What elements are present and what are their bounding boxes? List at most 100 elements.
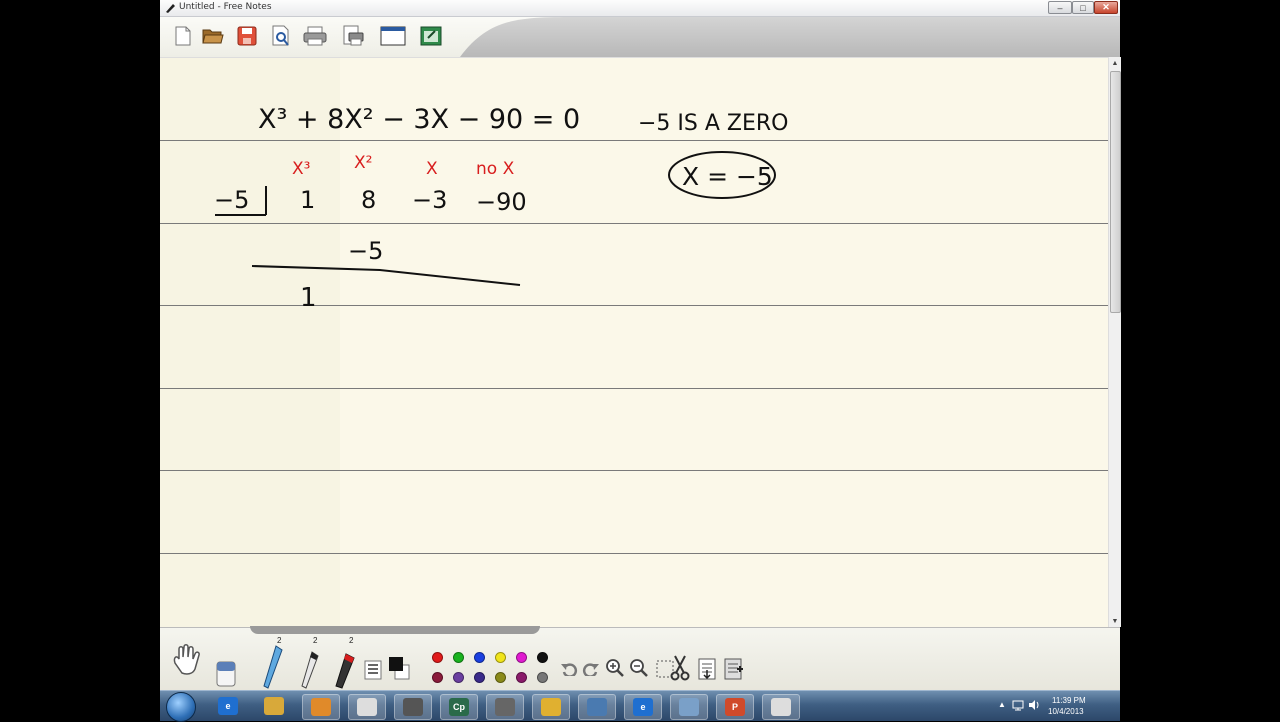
vertical-scrollbar[interactable]: ▲ ▼	[1108, 57, 1121, 627]
color-swatch[interactable]	[516, 672, 527, 683]
add-page-button[interactable]	[722, 656, 746, 682]
zero-statement: −5 IS A ZERO	[638, 111, 789, 136]
partial-product: −5	[348, 237, 383, 265]
free-notes-task-icon-glyph	[357, 698, 377, 716]
window-button[interactable]	[380, 23, 406, 49]
zoom-out-icon	[630, 659, 648, 677]
save-button[interactable]	[234, 23, 260, 49]
pen-width-label: 2	[313, 636, 318, 645]
open-button[interactable]	[200, 23, 226, 49]
insert-page-icon	[698, 658, 716, 680]
add-page-icon	[724, 658, 743, 680]
print-preview-button[interactable]	[268, 23, 294, 49]
ie-icon[interactable]: e	[210, 694, 246, 718]
close-button[interactable]: ✕	[1094, 1, 1118, 14]
red-marker-tool-button[interactable]	[330, 650, 360, 690]
windows-taskbar: e Cp e P ▲ 11:39 PM 10/4/2013	[160, 690, 1120, 722]
chrome-icon[interactable]	[532, 694, 570, 720]
insert-page-button[interactable]	[696, 656, 718, 682]
free-notes-task-icon[interactable]	[348, 694, 386, 720]
scroll-down-arrow-icon[interactable]: ▼	[1109, 615, 1121, 627]
undo-icon	[561, 663, 578, 676]
color-swatch[interactable]	[474, 672, 485, 683]
color-swatch[interactable]	[474, 652, 485, 663]
main-toolbar	[160, 17, 1120, 57]
export-button[interactable]	[418, 23, 444, 49]
equation-text: X³ + 8X² − 3X − 90 = 0	[258, 104, 580, 135]
zoom-in-button[interactable]	[603, 656, 627, 680]
column-header-x: X	[426, 159, 438, 179]
scroll-thumb[interactable]	[1110, 71, 1121, 313]
column-header-x3: X³	[292, 159, 310, 179]
media-player-icon[interactable]	[302, 694, 340, 720]
color-swatch[interactable]	[453, 652, 464, 663]
captivate-icon[interactable]: Cp	[440, 694, 478, 720]
free-notes-icon-2-glyph	[771, 698, 791, 716]
start-button[interactable]	[166, 692, 196, 722]
pen-palette: 2 2 2	[160, 626, 1120, 691]
color-swatch[interactable]	[432, 672, 443, 683]
clock-time[interactable]: 11:39 PM	[1052, 696, 1086, 705]
pencil-tool-button[interactable]	[294, 650, 324, 690]
ie-icon-2-glyph: e	[633, 698, 653, 716]
powerpoint-icon[interactable]: P	[716, 694, 754, 720]
scroll-up-arrow-icon[interactable]: ▲	[1109, 57, 1121, 69]
color-swatch[interactable]	[495, 672, 506, 683]
color-swatch[interactable]	[453, 672, 464, 683]
color-swatch[interactable]	[537, 652, 548, 663]
camtasia-recorder-icon[interactable]	[394, 694, 432, 720]
app-task-icon[interactable]	[486, 694, 524, 720]
page-setup-button[interactable]	[340, 23, 366, 49]
network-app-icon[interactable]	[578, 694, 616, 720]
ie-icon-2[interactable]: e	[624, 694, 662, 720]
synthetic-division-line	[251, 265, 521, 286]
open-folder-icon	[202, 29, 224, 44]
powerpoint-icon-glyph: P	[725, 698, 745, 716]
captivate-icon-glyph: Cp	[449, 698, 469, 716]
note-page-canvas[interactable]: X³ + 8X² − 3X − 90 = 0 −5 IS A ZERO X = …	[160, 57, 1108, 628]
color-swatch[interactable]	[432, 652, 443, 663]
palette-tab-strip	[250, 626, 540, 634]
undo-button[interactable]	[558, 658, 580, 680]
free-notes-icon-2[interactable]	[762, 694, 800, 720]
notepad-icon-glyph	[679, 698, 699, 716]
blue-pen-tool-button[interactable]	[258, 644, 288, 690]
cut-tool-button[interactable]	[668, 652, 692, 684]
volume-icon[interactable]	[1028, 699, 1040, 711]
color-swatch[interactable]	[516, 652, 527, 663]
zoom-in-icon	[606, 659, 624, 677]
color-swatch[interactable]	[537, 672, 548, 683]
print-button[interactable]	[302, 23, 328, 49]
redo-icon	[582, 663, 599, 676]
print-icon	[303, 26, 327, 46]
eraser-tool-button[interactable]	[212, 656, 240, 690]
line-style-button[interactable]	[362, 658, 384, 682]
clock-date[interactable]: 10/4/2013	[1048, 707, 1084, 716]
zoom-out-button[interactable]	[627, 656, 651, 680]
hand-tool-button[interactable]	[168, 640, 204, 680]
camtasia-recorder-icon-glyph	[403, 698, 423, 716]
notepad-icon[interactable]	[670, 694, 708, 720]
explorer-icon[interactable]	[256, 694, 292, 718]
save-icon	[237, 26, 257, 46]
chrome-icon-glyph	[541, 698, 561, 716]
color-swatch[interactable]	[495, 652, 506, 663]
tray-expand-icon[interactable]: ▲	[998, 700, 1006, 709]
redo-button[interactable]	[580, 658, 602, 680]
minimize-button[interactable]: –	[1048, 1, 1072, 14]
maximize-button[interactable]: □	[1072, 1, 1094, 14]
export-icon	[420, 26, 442, 46]
media-player-icon-glyph	[311, 698, 331, 716]
new-page-button[interactable]	[170, 23, 196, 49]
title-bar: Untitled - Free Notes – □ ✕	[160, 0, 1120, 17]
line-style-icon	[364, 660, 382, 680]
fill-color-button[interactable]	[386, 654, 412, 682]
divisor: −5	[214, 186, 249, 214]
explorer-icon-glyph	[264, 697, 284, 715]
fill-icon	[389, 657, 410, 680]
app-task-icon-glyph	[495, 698, 515, 716]
carried-down-value: 1	[300, 283, 317, 313]
window-title: Untitled - Free Notes	[179, 2, 272, 12]
network-icon[interactable]	[1012, 699, 1024, 711]
new-page-icon	[175, 26, 191, 46]
